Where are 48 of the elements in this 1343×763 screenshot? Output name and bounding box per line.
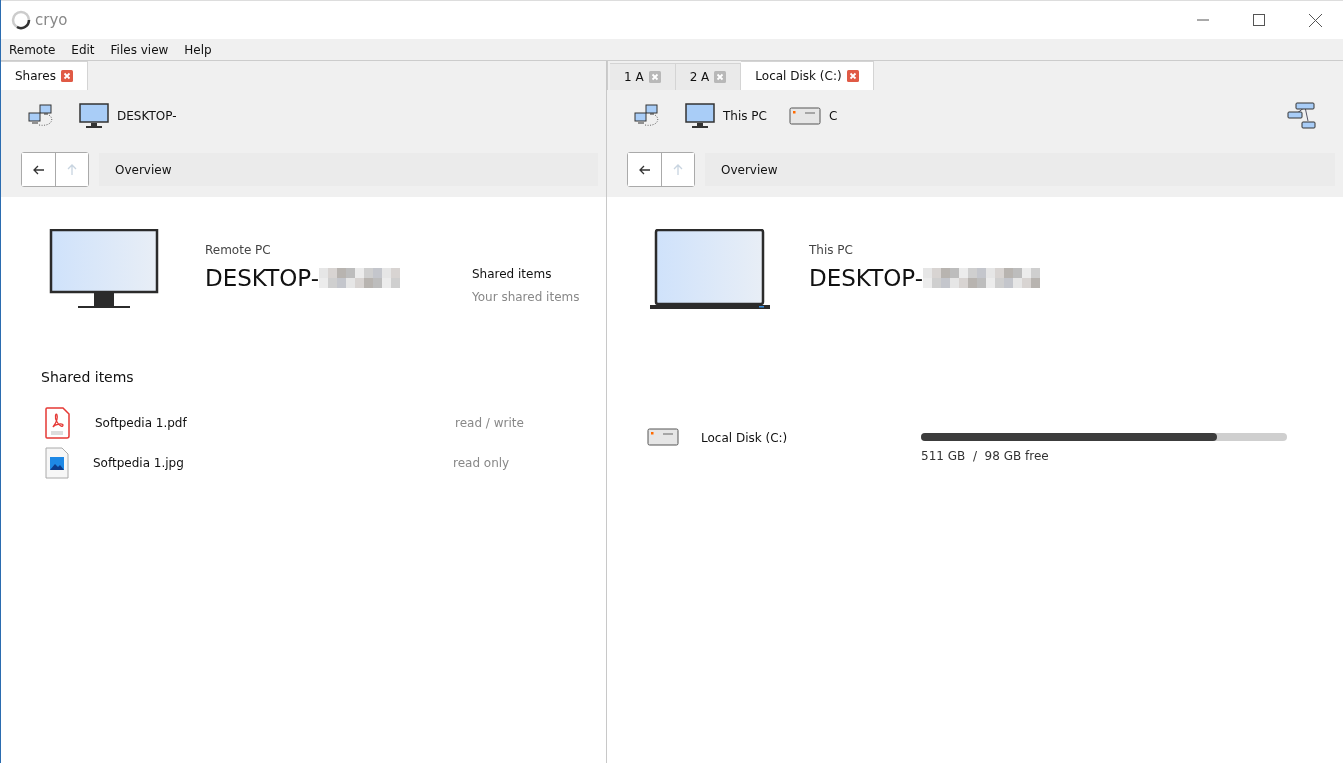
tab[interactable]: Shares <box>1 61 88 90</box>
file-name[interactable]: Softpedia 1.pdf <box>95 416 455 430</box>
breadcrumb-item[interactable]: DESKTOP- <box>79 103 177 129</box>
file-name[interactable]: Softpedia 1.jpg <box>93 456 453 470</box>
maximize-icon <box>1253 14 1265 26</box>
tab[interactable]: Local Disk (C:) <box>741 61 874 90</box>
device-caption: This PC <box>809 243 854 257</box>
window-title: cryo <box>35 11 68 29</box>
close-icon[interactable] <box>648 71 661 83</box>
breadcrumb-item[interactable]: C <box>788 106 838 126</box>
tab[interactable]: 1 A <box>610 63 676 90</box>
access-label: read / write <box>455 416 524 430</box>
back-arrow-icon <box>32 164 45 175</box>
image-file-icon <box>45 447 69 479</box>
menu-item[interactable]: Edit <box>63 42 103 57</box>
device-caption: Remote PC <box>205 243 272 257</box>
back-arrow-icon <box>638 164 651 175</box>
shared-items-title: Shared items <box>471 267 553 281</box>
monitor-icon <box>49 229 159 309</box>
monitor-icon <box>79 103 109 129</box>
menu-item[interactable]: Help <box>176 42 220 57</box>
close-icon <box>1308 13 1322 27</box>
up-arrow-icon <box>673 163 683 176</box>
pdf-file-icon <box>45 407 71 439</box>
tab[interactable]: 2 A <box>675 63 742 90</box>
hierarchy-icon[interactable] <box>1287 100 1317 132</box>
monitor-icon <box>685 103 715 129</box>
computer-name: DESKTOP- <box>205 265 319 291</box>
computer-name: DESKTOP- <box>809 265 923 291</box>
section-title: Shared items <box>41 369 135 385</box>
drive-icon <box>788 106 821 126</box>
drive-icon <box>647 427 679 447</box>
access-label: read only <box>453 456 510 470</box>
app-logo-icon <box>11 10 31 30</box>
close-icon[interactable] <box>714 71 727 83</box>
drive-name[interactable]: Local Disk (C:) <box>701 431 921 445</box>
breadcrumb-item[interactable]: This PC <box>685 103 767 129</box>
location-bar: Overview <box>705 153 1335 186</box>
location-bar: Overview <box>99 153 598 186</box>
menu-item[interactable]: Remote <box>1 42 64 57</box>
shared-items-subtitle: Your shared items <box>471 290 580 304</box>
up-arrow-icon <box>67 163 77 176</box>
laptop-icon <box>649 229 771 311</box>
close-icon[interactable] <box>846 70 859 82</box>
disk-usage-text: 511 GB / 98 GB free <box>921 449 1050 463</box>
minimize-icon <box>1197 19 1209 21</box>
close-icon[interactable] <box>60 70 73 82</box>
menu-item[interactable]: Files view <box>102 42 177 57</box>
